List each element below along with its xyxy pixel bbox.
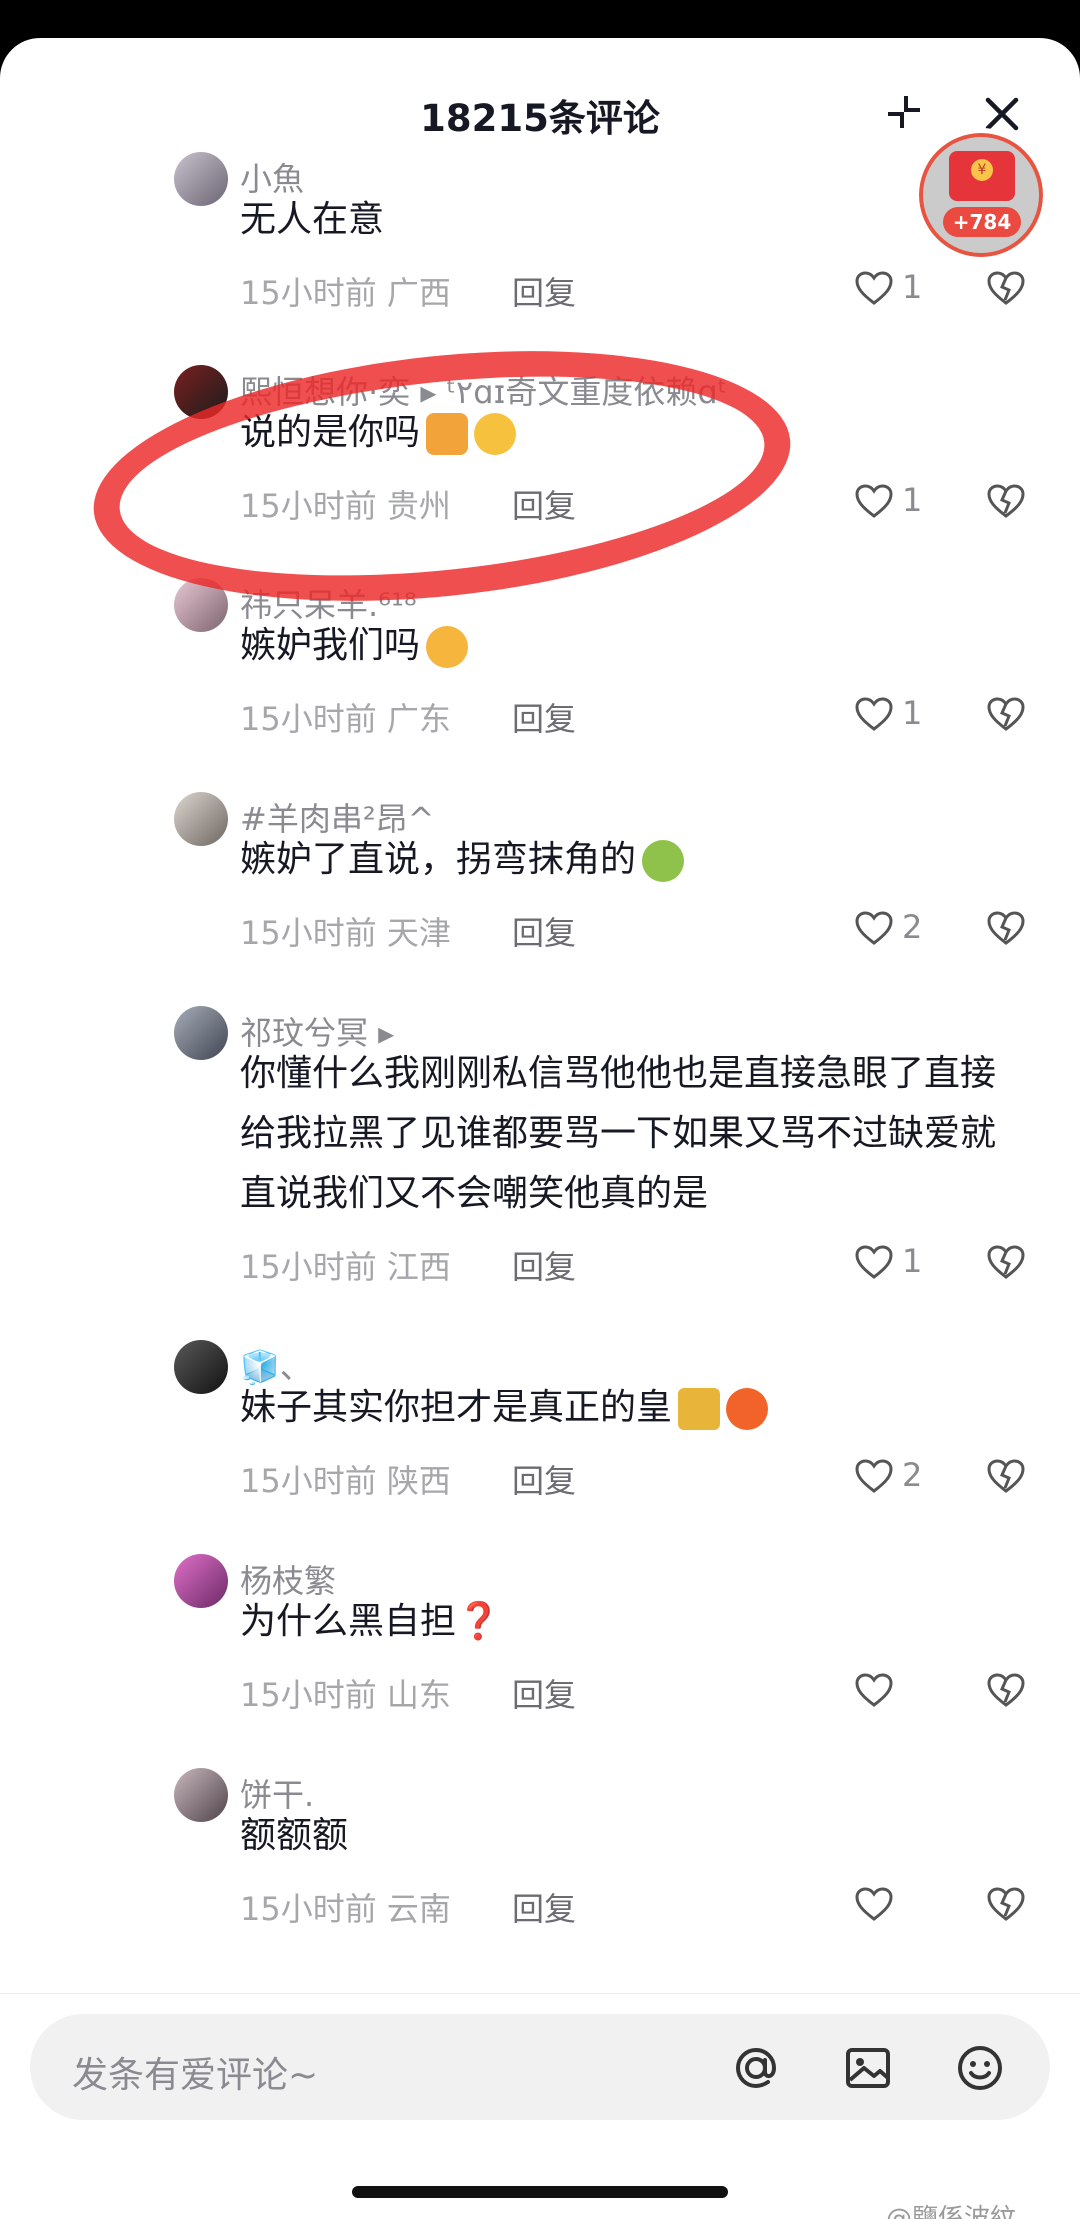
comment-content: 你懂什么我刚刚私信骂他他也是直接急眼了直接给我拉黑了见谁都要骂一下如果又骂不过缺… [240,1053,997,1214]
reply-button[interactable]: 回复 [512,1884,576,1930]
avatar[interactable] [174,1006,228,1060]
comment-meta: 15小时前 云南 [240,1890,451,1928]
like-count: 1 [902,1242,923,1280]
broken-heart-icon[interactable] [986,696,1026,732]
avatar[interactable] [174,152,228,206]
comment-content: 嫉妒我们吗 [240,616,1020,676]
heart-icon[interactable] [854,1458,894,1494]
avatar[interactable] [174,1554,228,1608]
broken-heart-icon[interactable] [986,270,1026,306]
blush-emoji-icon [426,626,469,668]
nauseated-emoji-icon [642,840,685,882]
broken-heart-icon[interactable] [986,1458,1026,1494]
like-count: 1 [902,694,923,732]
home-indicator [352,2186,728,2198]
reply-button[interactable]: 回复 [512,268,576,314]
heart-icon[interactable] [854,1672,894,1708]
heart-icon[interactable] [854,910,894,946]
comment-meta: 15小时前 广西 [240,274,451,312]
comment-content: 妹子其实你担才是真正的皇 [240,1378,1020,1438]
avatar[interactable] [174,792,228,846]
emoji-icon[interactable] [950,2038,1010,2098]
reply-button[interactable]: 回复 [512,1670,576,1716]
reply-button[interactable]: 回复 [512,694,576,740]
broken-heart-icon[interactable] [986,1244,1026,1280]
broken-heart-icon[interactable] [986,1886,1026,1922]
comment-content: 嫉妒了直说，拐弯抹角的 [240,830,1020,890]
reply-button[interactable]: 回复 [512,1242,576,1288]
heart-icon[interactable] [854,483,894,519]
avatar[interactable] [174,1768,228,1822]
comment-meta: 15小时前 陕西 [240,1462,451,1500]
like-count: 1 [902,481,923,519]
comment-meta: 15小时前 江西 [240,1248,451,1286]
reply-button[interactable]: 回复 [512,908,576,954]
broken-heart-icon[interactable] [986,483,1026,519]
close-icon[interactable] [984,96,1020,132]
like-count: 2 [902,1456,923,1494]
avatar[interactable] [174,1340,228,1394]
divider [0,1993,1080,1994]
image-icon[interactable] [838,2038,898,2098]
comment-meta: 15小时前 山东 [240,1676,451,1714]
like-count: 1 [902,268,923,306]
comment-content: 无人在意 [240,199,385,240]
comments-sheet: 18215条评论 ¥ +784 小魚 无人在意 15小时前 广西 回复 1 熙恒… [0,38,1080,2219]
heart-icon[interactable] [854,270,894,306]
comment-input[interactable]: 发条有爱评论~ [72,2046,318,2098]
comment-input-bar[interactable]: 发条有爱评论~ [30,2014,1050,2120]
heart-icon[interactable] [854,696,894,732]
heart-icon[interactable] [854,1886,894,1922]
at-icon[interactable] [726,2038,786,2098]
heart-icon[interactable] [854,1244,894,1280]
watermark: @鹽係波紋 [886,2204,1017,2219]
comment-meta: 15小时前 广东 [240,700,451,738]
comment-content: 为什么黑自担❓ [240,1601,501,1642]
sheet-header: 18215条评论 [0,38,1080,148]
comment-content: 额额额 [240,1815,349,1856]
collapse-icon[interactable] [884,92,924,132]
crown-emoji-icon [678,1388,721,1430]
comment-meta: 15小时前 天津 [240,914,451,952]
broken-heart-icon[interactable] [986,1672,1026,1708]
broken-heart-icon[interactable] [986,910,1026,946]
fire-emoji-icon [726,1388,769,1430]
reply-button[interactable]: 回复 [512,1456,576,1502]
like-count: 2 [902,908,923,946]
